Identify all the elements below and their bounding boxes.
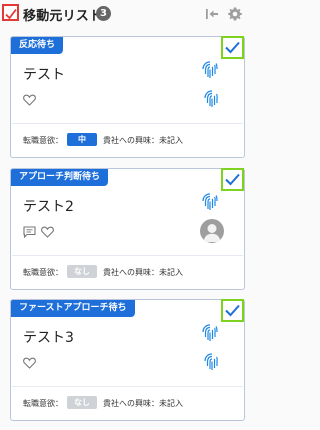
status-tag: 反応待ち: [11, 37, 64, 54]
card-divider: [12, 386, 243, 387]
card-checkbox[interactable]: [221, 299, 244, 322]
list-title: 移動元リスト: [23, 9, 103, 24]
candidate-card[interactable]: ファーストアプローチ待ち テスト3 転職意欲： なし 貴社への興味：未記入: [10, 299, 245, 421]
list-header: 移動元リスト 3: [0, 0, 249, 30]
candidate-name[interactable]: テスト2: [23, 196, 74, 216]
avatar-silhouette: [203, 224, 221, 242]
fingerprint-icon: [202, 61, 218, 78]
collapse-left-icon[interactable]: [205, 7, 219, 21]
heart-icon[interactable]: [41, 226, 54, 238]
interest-label: 貴社への興味：未記入: [103, 268, 183, 277]
fingerprint-icon: [202, 193, 218, 210]
intent-label: 転職意欲：: [23, 268, 63, 277]
heart-icon[interactable]: [23, 357, 36, 369]
status-tag: ファーストアプローチ待ち: [11, 300, 135, 317]
checkmark-icon: [225, 173, 240, 186]
candidate-card[interactable]: アプローチ判断待ち テスト2 転職意欲： なし 貴社への興味：未記入: [10, 168, 245, 290]
fingerprint-icon: [204, 90, 218, 107]
checkmark-icon: [225, 41, 240, 54]
interest-label: 貴社への興味：未記入: [103, 136, 183, 145]
checkmark-icon: [225, 304, 240, 317]
intent-label: 転職意欲：: [23, 399, 63, 408]
card-checkbox[interactable]: [221, 36, 244, 59]
list-count-badge: 3: [96, 6, 111, 21]
intent-value-pill: なし: [67, 265, 97, 278]
fingerprint-icon: [204, 353, 218, 370]
intent-label: 転職意欲：: [23, 136, 63, 145]
comment-icon[interactable]: [23, 226, 36, 238]
card-divider: [12, 123, 243, 124]
select-all-checkbox[interactable]: [2, 4, 19, 21]
candidate-card[interactable]: 反応待ち テスト 転職意欲： 中 貴社への興味：未記入: [10, 36, 245, 158]
status-tag: アプローチ判断待ち: [11, 169, 109, 186]
candidate-name[interactable]: テスト: [23, 64, 65, 84]
intent-value-pill: 中: [67, 133, 97, 146]
fingerprint-icon: [202, 324, 218, 341]
checkmark-icon: [5, 8, 17, 20]
interest-label: 貴社への興味：未記入: [103, 399, 183, 408]
card-checkbox[interactable]: [221, 168, 244, 191]
gear-icon[interactable]: [227, 6, 243, 22]
avatar-icon: [200, 219, 224, 243]
heart-icon[interactable]: [23, 94, 36, 106]
card-divider: [12, 255, 243, 256]
intent-value-pill: なし: [67, 396, 97, 409]
candidate-name[interactable]: テスト3: [23, 327, 74, 347]
